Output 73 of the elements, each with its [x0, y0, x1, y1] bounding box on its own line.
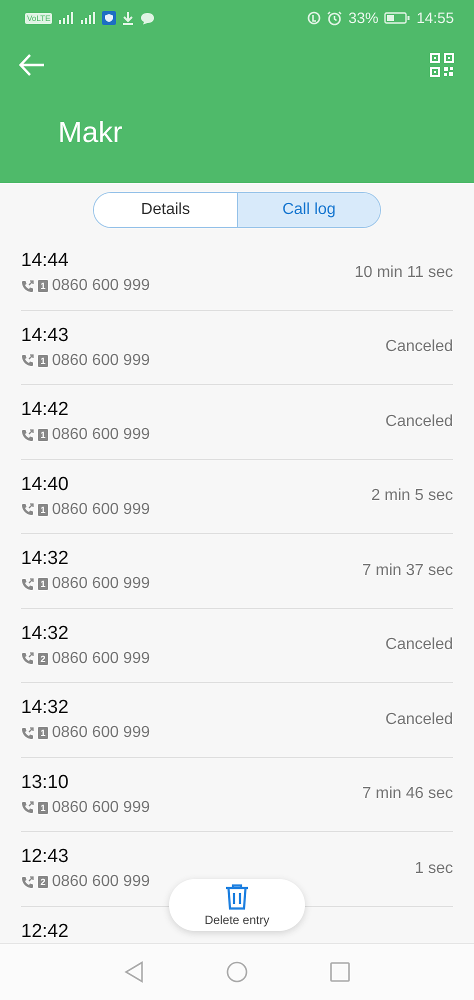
battery-icon	[384, 12, 410, 24]
contact-name: Makr	[58, 117, 124, 150]
outgoing-call-icon	[21, 280, 34, 293]
call-log-row[interactable]: 14:32 2 0860 600 999 Canceled	[21, 608, 453, 683]
call-time: 14:32	[21, 697, 70, 720]
call-time: 14:42	[21, 399, 70, 422]
home-icon[interactable]	[226, 961, 248, 983]
call-duration: 7 min 37 sec	[362, 562, 453, 580]
call-duration: Canceled	[385, 412, 453, 431]
call-time: 12:42	[21, 920, 69, 942]
call-duration: Canceled	[385, 338, 453, 356]
call-log-row[interactable]: 14:32 1 0860 600 999 Canceled	[21, 683, 453, 758]
outgoing-call-icon	[21, 354, 34, 368]
phone-number: 0860 600 999	[52, 873, 150, 892]
call-log-row[interactable]: 14:44 1 0860 600 999 10 min 11 sec	[21, 236, 453, 310]
call-time: 14:32	[21, 622, 70, 645]
recents-icon[interactable]	[330, 962, 350, 982]
sim-badge: 1	[38, 354, 48, 367]
phone-number: 0860 600 999	[52, 426, 150, 444]
call-time: 13:10	[21, 772, 70, 794]
call-log-row[interactable]: 14:43 1 0860 600 999 Canceled	[21, 310, 453, 385]
call-duration: 10 min 11 sec	[354, 264, 453, 282]
outgoing-call-icon	[21, 801, 34, 814]
call-time: 14:32	[21, 548, 70, 570]
call-time: 14:43	[21, 324, 70, 347]
call-log-row[interactable]: 14:32 1 0860 600 999 7 min 37 sec	[21, 534, 453, 608]
phone-number: 0860 600 999	[52, 500, 150, 519]
volte-badge: VoLTE	[25, 12, 52, 24]
alarm-icon	[327, 10, 342, 26]
phone-number: 0860 600 999	[52, 724, 150, 742]
trash-icon	[225, 884, 249, 910]
signal-icon	[58, 12, 74, 24]
delete-entry-button[interactable]: Delete entry	[169, 879, 305, 931]
shield-icon	[102, 11, 116, 25]
call-log-row[interactable]: 14:40 1 0860 600 999 2 min 5 sec	[21, 460, 453, 534]
call-duration: 1 sec	[414, 860, 453, 878]
outgoing-call-icon	[21, 726, 34, 740]
sim-badge: 1	[38, 280, 48, 292]
phone-number: 0860 600 999	[52, 798, 150, 817]
call-duration: Canceled	[385, 710, 453, 729]
phone-number: 0860 600 999	[52, 650, 150, 668]
call-log-row[interactable]: 13:10 1 0860 600 999 7 min 46 sec	[21, 758, 453, 832]
call-time: 14:40	[21, 474, 70, 496]
sim-badge: 1	[38, 578, 48, 590]
call-time: 12:43	[21, 846, 70, 868]
download-icon	[122, 11, 134, 25]
call-duration: Canceled	[385, 636, 453, 654]
phone-number: 0860 600 999	[52, 277, 150, 296]
qr-code-icon[interactable]	[430, 53, 454, 77]
call-time: 14:44	[21, 250, 70, 272]
battery-percent: 33%	[348, 10, 378, 26]
sim-badge: 1	[38, 504, 48, 516]
call-log-row[interactable]: 14:42 1 0860 600 999 Canceled	[21, 385, 453, 460]
clock: 14:55	[416, 10, 454, 26]
sim-badge: 1	[38, 429, 48, 442]
tab[interactable]: Call log	[237, 192, 380, 226]
outgoing-call-icon	[21, 578, 34, 591]
sim-badge: 1	[38, 802, 48, 814]
outgoing-call-icon	[21, 652, 34, 666]
chat-bubble-icon	[140, 12, 156, 24]
phone-number: 0860 600 999	[52, 575, 150, 594]
outgoing-call-icon	[21, 876, 34, 889]
back-arrow-icon[interactable]	[19, 54, 45, 76]
outgoing-call-icon	[21, 503, 34, 516]
phone-number: 0860 600 999	[52, 352, 150, 370]
back-icon[interactable]	[124, 961, 144, 983]
outgoing-call-icon	[21, 428, 34, 442]
sim-badge: 2	[38, 652, 48, 665]
sim-badge: 2	[38, 876, 48, 888]
signal-icon	[80, 12, 96, 24]
sim-badge: 1	[38, 727, 48, 740]
call-duration: 2 min 5 sec	[371, 487, 453, 506]
call-duration: 7 min 46 sec	[362, 785, 453, 804]
